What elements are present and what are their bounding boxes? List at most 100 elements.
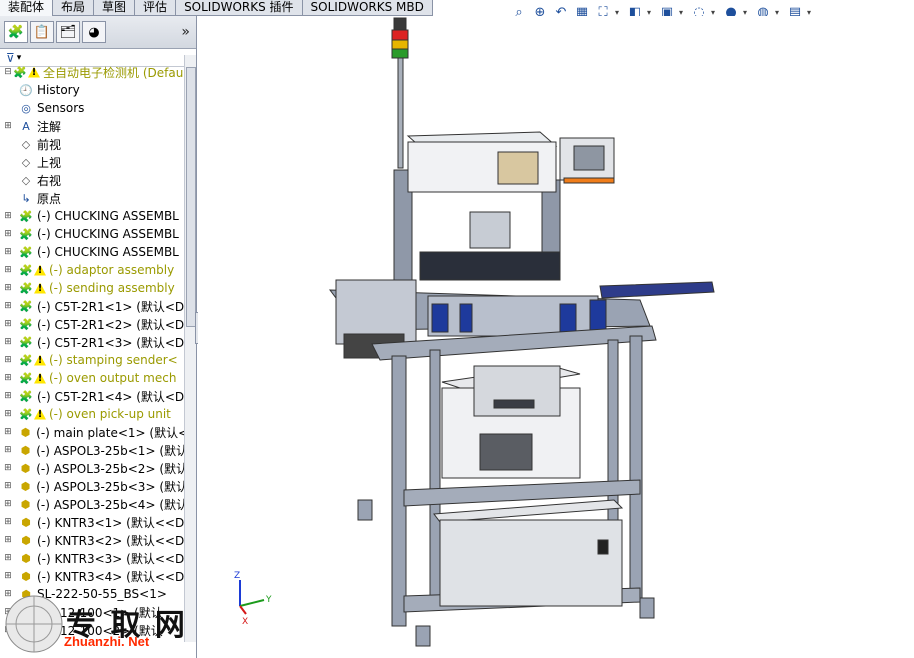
warning-icon: ! (28, 66, 40, 78)
tree-expander[interactable]: ⊞ (4, 373, 12, 383)
tree-item[interactable]: ⊞ ⬢ (-) ASPOL3-25b<4> (默认 (0, 495, 184, 513)
tree-item[interactable]: ⊞ ⬢ (-) ASPOL3-25b<1> (默认 (0, 441, 184, 459)
tree-item[interactable]: ⊞ ⬢ (-) ASPOL3-25b<3> (默认 (0, 477, 184, 495)
expand-panel-button[interactable]: » (181, 24, 190, 40)
tree-expander[interactable]: ⊞ (4, 355, 12, 365)
tree-item-label: (-) ASPOL3-25b<2> (默认 (36, 461, 184, 476)
subassembly-icon: 🧩 (19, 281, 33, 295)
tree-item[interactable]: ◇ 右视 (0, 171, 184, 189)
tree-item[interactable]: ⊞ 🧩 (-) CHUCKING ASSEMBL (0, 225, 184, 243)
tree-expander[interactable]: ⊞ (4, 463, 12, 473)
tree-item[interactable]: ⊞ ⬢ (-) main plate<1> (默认< (0, 423, 184, 441)
tree-expander[interactable]: ⊞ (4, 337, 12, 347)
display-manager-tab-icon[interactable]: ◕ (82, 21, 106, 43)
tree-item[interactable]: ◎ Sensors (0, 99, 184, 117)
graphics-viewport[interactable]: Z Y X (198, 16, 914, 658)
tree-expander[interactable]: ⊞ (4, 283, 12, 293)
tree-expander[interactable]: ⊞ (4, 391, 12, 401)
tab-2[interactable]: 草图 (94, 0, 136, 16)
tree-expander[interactable]: ⊞ (4, 247, 12, 257)
tree-item[interactable]: ⊞ 🧩 (-) CHUCKING ASSEMBL (0, 243, 184, 261)
tab-3[interactable]: 评估 (135, 0, 177, 16)
tree-item[interactable]: ⊞ 🧩 (-) C5T-2R1<2> (默认<D (0, 315, 184, 333)
tree-expander[interactable]: ⊞ (4, 211, 12, 221)
tree-scrollbar[interactable] (184, 55, 196, 642)
plane-icon: ◇ (21, 173, 31, 187)
tree-item-label: 前视 (37, 137, 62, 152)
tree-expander[interactable]: ⊞ (4, 409, 12, 419)
tree-item[interactable]: ⊞ 🧩! (-) adaptor assembly (0, 261, 184, 279)
subassembly-icon: 🧩 (19, 335, 33, 349)
tree-item[interactable]: ⊞ ⬢ (-) ASPOL3-25b<2> (默认 (0, 459, 184, 477)
tree-expander[interactable]: ⊞ (4, 499, 12, 509)
tree-item-label: (-) C5T-2R1<1> (默认<D (36, 299, 184, 314)
tree-expander[interactable]: ⊟ (4, 67, 12, 77)
configuration-manager-tab-icon[interactable]: 🗂 (56, 21, 80, 43)
tree-item-label: 右视 (37, 173, 62, 188)
tree-item[interactable]: ⊞ ⬢ (-) KNTR3<2> (默认<<D (0, 531, 184, 549)
tree-item[interactable]: ⊞ 🧩! (-) stamping sender< (0, 351, 184, 369)
subassembly-icon: 🧩 (19, 299, 33, 313)
tree-item[interactable]: ⊞ 🧩 (-) C5T-2R1<4> (默认<D (0, 387, 184, 405)
subassembly-icon: 🧩 (19, 209, 33, 223)
sensor-icon: ◎ (21, 101, 31, 115)
warning-icon: ! (34, 372, 46, 384)
tree-expander[interactable]: ⊞ (4, 265, 12, 275)
tab-1[interactable]: 布局 (53, 0, 95, 16)
tree-item[interactable]: ⊞ 🧩! (-) oven pick-up unit (0, 405, 184, 423)
tab-0[interactable]: 装配体 (0, 0, 54, 16)
tree-item-label: (-) C5T-2R1<4> (默认<D (36, 389, 184, 404)
feature-tree: ⊟ 🧩! 全自动电子检测机 (Defau 🕘 History ◎ Sensors ⊞ A 注解 ◇ 前… (0, 55, 184, 642)
tree-expander[interactable]: ⊞ (4, 121, 12, 131)
warning-icon: ! (34, 354, 46, 366)
property-manager-tab-icon[interactable]: 📋 (30, 21, 54, 43)
tree-item-label: (-) oven output mech (49, 371, 177, 385)
part-icon: ⬢ (21, 551, 31, 565)
part-icon: ⬢ (20, 425, 31, 439)
feature-manager-tab-icon[interactable]: 🧩 (4, 21, 28, 43)
tree-item[interactable]: ◇ 上视 (0, 153, 184, 171)
scrollbar-thumb[interactable] (186, 67, 196, 327)
tree-expander[interactable]: ⊞ (4, 517, 12, 527)
tree-item[interactable]: ⊟ 🧩! 全自动电子检测机 (Defau (0, 63, 184, 81)
panel-tab-strip: 🧩 📋 🗂 ◕ » (0, 16, 196, 49)
tree-item-label: (-) KNTR3<1> (默认<<D (36, 515, 184, 530)
tree-item-label: (-) C5T-2R1<3> (默认<D (36, 335, 184, 350)
tree-expander[interactable]: ⊞ (4, 301, 12, 311)
annotation-icon: A (22, 119, 30, 133)
tree-item[interactable]: ⊞ ⬢ (-) KNTR3<4> (默认<<D (0, 567, 184, 585)
tree-item-label: (-) ASPOL3-25b<3> (默认 (36, 479, 184, 494)
tree-item-label: (-) main plate<1> (默认< (36, 425, 184, 440)
tree-item-label: (-) CHUCKING ASSEMBL (37, 227, 179, 241)
tree-item[interactable]: ⊞ ⬢ (-) KNTR3<1> (默认<<D (0, 513, 184, 531)
tree-item[interactable]: ⊞ 🧩 (-) C5T-2R1<3> (默认<D (0, 333, 184, 351)
tree-item[interactable]: 🕘 History (0, 81, 184, 99)
tree-expander[interactable]: ⊞ (4, 319, 12, 329)
tab-4[interactable]: SOLIDWORKS 插件 (176, 0, 303, 16)
tree-item-label: (-) ASPOL3-25b<1> (默认 (36, 443, 184, 458)
tree-expander[interactable]: ⊞ (4, 445, 12, 455)
tree-item[interactable]: ⊞ 🧩! (-) sending assembly (0, 279, 184, 297)
tree-item[interactable]: ⊞ 🧩 (-) C5T-2R1<1> (默认<D (0, 297, 184, 315)
tree-expander[interactable]: ⊞ (4, 481, 12, 491)
tree-expander[interactable]: ⊞ (4, 229, 12, 239)
subassembly-icon: 🧩 (19, 227, 33, 241)
tree-item[interactable]: ⊞ 🧩 (-) CHUCKING ASSEMBL (0, 207, 184, 225)
history-icon: 🕘 (19, 83, 33, 97)
tree-item[interactable]: ⊞ 🧩! (-) oven output mech (0, 369, 184, 387)
origin-icon: ↳ (21, 191, 31, 205)
tree-item[interactable]: ⊞ A 注解 (0, 117, 184, 135)
tree-expander[interactable]: ⊞ (4, 571, 12, 581)
tree-expander[interactable]: ⊞ (4, 427, 12, 437)
tab-5[interactable]: SOLIDWORKS MBD (302, 0, 433, 16)
tree-item[interactable]: ◇ 前视 (0, 135, 184, 153)
tree-expander[interactable]: ⊞ (4, 553, 12, 563)
tree-expander[interactable]: ⊞ (4, 535, 12, 545)
tree-item[interactable]: ↳ 原点 (0, 189, 184, 207)
warning-icon: ! (34, 282, 46, 294)
command-manager-tabs: 装配体 布局 草图 评估 SOLIDWORKS 插件 SOLIDWORKS MBD (0, 0, 433, 16)
triad-y-label: Y (265, 595, 272, 605)
tree-item[interactable]: ⊞ ⬢ (-) KNTR3<3> (默认<<D (0, 549, 184, 567)
tree-item-label: (-) KNTR3<3> (默认<<D (36, 551, 184, 566)
tree-item-label: (-) C5T-2R1<2> (默认<D (36, 317, 184, 332)
